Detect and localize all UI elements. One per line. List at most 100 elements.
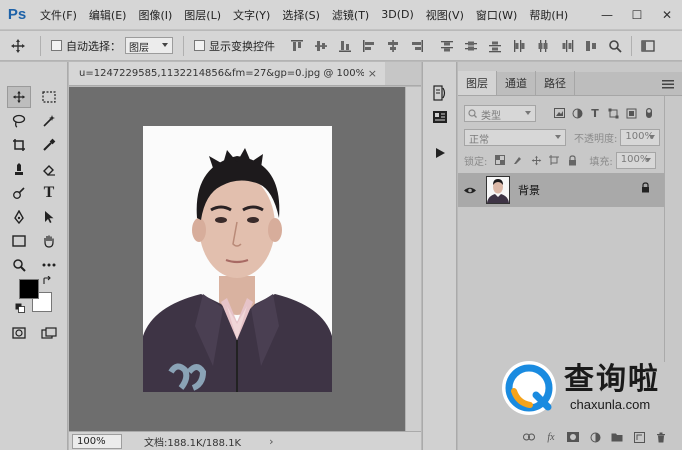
swap-colors-icon[interactable] [40,274,54,288]
layers-panel-footer: fx [458,424,682,450]
layer-name[interactable]: 背景 [518,182,540,198]
layer-row-background[interactable]: 背景 [458,173,664,207]
menu-image[interactable]: 图像(I) [132,7,178,23]
path-selection-icon[interactable] [37,206,61,228]
lock-pixels-icon[interactable] [509,151,527,169]
restore-button[interactable]: ☐ [622,0,652,30]
menu-type[interactable]: 文字(Y) [227,7,276,23]
magic-wand-icon[interactable] [37,110,61,132]
distribute-left-icon[interactable] [509,36,529,56]
menu-3d[interactable]: 3D(D) [375,8,420,21]
hand-tool-icon[interactable] [37,230,61,252]
new-group-icon[interactable] [610,430,624,444]
align-vcenter-icon[interactable] [311,36,331,56]
filter-adjustment-icon[interactable] [568,104,586,122]
add-mask-icon[interactable] [566,430,580,444]
eyedropper-icon[interactable] [37,134,61,156]
type-tool-icon[interactable]: T [37,182,61,204]
menu-file[interactable]: 文件(F) [34,7,83,23]
filter-type-icon[interactable]: T [586,104,604,122]
distribute-hcenter-icon[interactable] [533,36,553,56]
history-panel-icon[interactable] [428,82,452,104]
marquee-tool-icon[interactable] [37,86,61,108]
auto-align-icon[interactable] [581,36,601,56]
lock-artboard-icon[interactable] [545,151,563,169]
menu-layer[interactable]: 图层(L) [178,7,227,23]
visibility-eye-icon[interactable] [458,173,482,207]
status-menu-arrow-icon[interactable]: › [269,435,273,448]
filter-smart-object-icon[interactable] [622,104,640,122]
menu-view[interactable]: 视图(V) [420,7,470,23]
workspace-icon[interactable] [638,36,658,56]
close-button[interactable]: ✕ [652,0,682,30]
properties-panel-icon[interactable] [428,106,452,128]
layer-filter-dropdown[interactable]: 类型 [464,104,536,122]
zoom-level-field[interactable]: 100% [72,433,122,449]
layers-panel-tabs: 图层 通道 路径 [458,71,682,96]
panel-menu-icon[interactable] [662,79,674,92]
document-tab[interactable]: u=1247229585,1132214856&fm=27&gp=0.jpg @… [69,62,385,86]
align-left-icon[interactable] [359,36,379,56]
clone-stamp-icon[interactable] [7,182,31,204]
align-top-icon[interactable] [287,36,307,56]
new-layer-icon[interactable] [632,430,646,444]
align-bottom-icon[interactable] [335,36,355,56]
filter-toggle-icon[interactable] [640,104,658,122]
menu-filter[interactable]: 滤镜(T) [326,7,375,23]
screen-mode-icon[interactable] [37,322,61,344]
tab-paths[interactable]: 路径 [536,71,575,95]
healing-brush-icon[interactable] [7,158,31,180]
adjustment-layer-icon[interactable] [588,430,602,444]
opacity-field[interactable]: 100% [620,128,661,146]
tab-layers[interactable]: 图层 [458,71,497,95]
move-tool-icon[interactable] [7,86,31,108]
zoom-tool-icon[interactable] [7,254,31,276]
minimize-button[interactable]: — [592,0,622,30]
document-image[interactable] [143,126,332,392]
distribute-vcenter-icon[interactable] [461,36,481,56]
tab-channels[interactable]: 通道 [497,71,536,95]
pen-tool-icon[interactable] [7,206,31,228]
align-hcenter-icon[interactable] [383,36,403,56]
rectangle-tool-icon[interactable] [7,230,31,252]
layer-style-fx-icon[interactable]: fx [544,430,558,444]
lock-transparent-icon[interactable] [491,151,509,169]
show-transform-checkbox[interactable] [194,40,205,51]
blend-row: 正常 不透明度: 100% [458,125,682,149]
layers-scrollbar[interactable] [664,96,682,362]
eraser-icon[interactable] [37,158,61,180]
menu-select[interactable]: 选择(S) [276,7,326,23]
fill-field[interactable]: 100% [615,151,656,169]
lock-position-icon[interactable] [527,151,545,169]
menu-window[interactable]: 窗口(W) [470,7,523,23]
auto-select-dropdown[interactable]: 图层 [125,37,173,54]
menu-edit[interactable]: 编辑(E) [83,7,133,23]
search-icon[interactable] [605,36,625,56]
default-colors-icon[interactable] [14,302,26,314]
distribute-bottom-icon[interactable] [485,36,505,56]
quick-mask-icon[interactable] [7,322,31,344]
blend-mode-dropdown[interactable]: 正常 [464,128,566,146]
actions-play-icon[interactable] [428,142,452,164]
foreground-color-swatch[interactable] [19,279,39,299]
filter-pixel-icon[interactable] [550,104,568,122]
distribute-top-icon[interactable] [437,36,457,56]
delete-layer-icon[interactable] [654,430,668,444]
align-tools [285,35,660,56]
auto-select-checkbox[interactable] [51,40,62,51]
close-document-icon[interactable]: × [368,67,377,80]
filter-shape-icon[interactable] [604,104,622,122]
vertical-scrollbar[interactable] [405,87,421,431]
move-tool-preset-icon[interactable] [0,31,36,61]
menu-help[interactable]: 帮助(H) [523,7,574,23]
more-tools-icon[interactable] [37,254,61,276]
lock-all-icon[interactable] [563,151,581,169]
show-transform-label: 显示变换控件 [209,39,275,53]
align-right-icon[interactable] [407,36,427,56]
separator [40,35,41,56]
crop-tool-icon[interactable] [7,134,31,156]
tools-panel: T [0,62,68,450]
link-layers-icon[interactable] [522,430,536,444]
distribute-right-icon[interactable] [557,36,577,56]
lasso-tool-icon[interactable] [7,110,31,132]
